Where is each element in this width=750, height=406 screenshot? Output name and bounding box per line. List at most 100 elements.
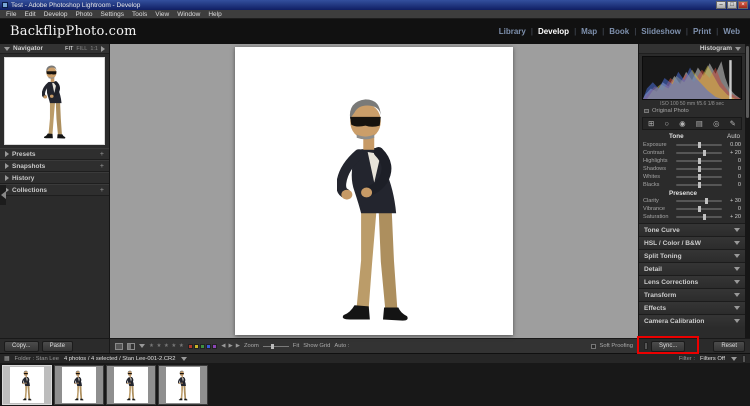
slider-thumb[interactable] <box>702 150 706 156</box>
menu-photo[interactable]: Photo <box>72 11 97 18</box>
autosync-toggle[interactable] <box>644 342 648 350</box>
red-eye-icon[interactable]: ◉ <box>679 119 686 128</box>
menu-file[interactable]: File <box>2 11 20 18</box>
module-library[interactable]: Library <box>499 27 526 36</box>
section-lens-corrections[interactable]: Lens Corrections <box>639 275 745 288</box>
slider-thumb[interactable] <box>698 174 701 180</box>
scrollbar-thumb[interactable] <box>746 46 749 118</box>
menu-tools[interactable]: Tools <box>128 11 151 18</box>
slider-thumb[interactable] <box>702 214 706 220</box>
add-preset-icon[interactable]: + <box>100 151 104 158</box>
slider-thumb[interactable] <box>698 158 701 164</box>
section-transform[interactable]: Transform <box>639 288 745 301</box>
color-label-purple[interactable] <box>212 343 218 349</box>
graduated-filter-icon[interactable]: ▤ <box>696 119 703 128</box>
module-map[interactable]: Map <box>581 27 597 36</box>
module-web[interactable]: Web <box>723 27 740 36</box>
zoom-slider-thumb[interactable] <box>270 343 274 349</box>
module-book[interactable]: Book <box>609 27 629 36</box>
slider-thumb[interactable] <box>698 182 701 188</box>
module-slideshow[interactable]: Slideshow <box>641 27 681 36</box>
section-split-toning[interactable]: Split Toning <box>639 249 745 262</box>
section-snapshots[interactable]: Snapshots + <box>0 160 109 172</box>
add-snapshot-icon[interactable]: + <box>100 163 104 170</box>
zoom-mode-fill[interactable]: FILL <box>76 46 87 52</box>
adjustment-brush-icon[interactable]: ✎ <box>730 119 736 128</box>
filmstrip-thumbnail-2[interactable] <box>54 364 104 405</box>
color-label-green[interactable] <box>200 343 206 349</box>
spot-removal-icon[interactable]: ○ <box>664 119 669 128</box>
module-print[interactable]: Print <box>693 27 711 36</box>
slider-track[interactable] <box>676 214 722 220</box>
close-button[interactable]: × <box>738 1 748 9</box>
star-rating[interactable]: ★ ★ ★ ★ ★ <box>149 343 184 349</box>
filter-chevron-icon[interactable] <box>731 356 737 361</box>
color-label-yellow[interactable] <box>194 343 200 349</box>
menu-settings[interactable]: Settings <box>97 11 129 18</box>
histogram-header[interactable]: Histogram <box>639 44 745 54</box>
filmstrip-thumbnail-4[interactable] <box>158 364 208 405</box>
previous-photo-icon[interactable]: ◀ <box>221 343 225 349</box>
filmstrip-thumbnail-3[interactable] <box>106 364 156 405</box>
menu-edit[interactable]: Edit <box>20 11 39 18</box>
sync-button[interactable]: Sync... <box>651 340 686 352</box>
selection-info[interactable]: 4 photos / 4 selected / Stan Lee-001-2.C… <box>64 356 176 362</box>
menu-view[interactable]: View <box>151 11 173 18</box>
slider-thumb[interactable] <box>698 142 701 148</box>
zoom-mode-more-icon[interactable] <box>101 45 105 52</box>
section-camera-calibration[interactable]: Camera Calibration <box>639 314 745 327</box>
menu-help[interactable]: Help <box>204 11 225 18</box>
radial-filter-icon[interactable]: ◎ <box>713 119 720 128</box>
fit-label[interactable]: Fit <box>293 343 299 349</box>
zoom-slider[interactable] <box>262 343 289 349</box>
next-photo-icon[interactable]: ▶ <box>229 343 233 349</box>
zoom-mode-1-1[interactable]: 1:1 <box>90 46 98 52</box>
filter-value[interactable]: Filters Off <box>700 356 725 362</box>
view-options-chevron-icon[interactable] <box>139 344 145 348</box>
histogram[interactable] <box>642 56 742 100</box>
section-effects[interactable]: Effects <box>639 301 745 314</box>
auto-label[interactable]: Auto : <box>334 343 349 349</box>
crop-overlay-icon[interactable]: ⊞ <box>648 119 654 128</box>
filmstrip-thumbnail-1[interactable] <box>2 364 52 405</box>
section-collections[interactable]: Collections + <box>0 184 109 196</box>
menu-window[interactable]: Window <box>173 11 204 18</box>
slider-track[interactable] <box>676 198 722 204</box>
zoom-mode-fit[interactable]: FIT <box>65 46 73 52</box>
module-develop[interactable]: Develop <box>538 27 569 36</box>
grid-view-icon[interactable]: ▦ <box>4 356 9 362</box>
slider-track[interactable] <box>676 150 722 156</box>
slider-track[interactable] <box>676 182 722 188</box>
right-panel-scrollbar[interactable] <box>745 44 750 338</box>
color-label-red[interactable] <box>188 343 194 349</box>
slider-track[interactable] <box>676 166 722 172</box>
filters-toggle-switch[interactable] <box>742 354 746 363</box>
paste-button[interactable]: Paste <box>41 340 73 352</box>
maximize-button[interactable]: □ <box>727 1 737 9</box>
photo-canvas[interactable] <box>235 47 513 335</box>
section-hsl-color-bw[interactable]: HSL / Color / B&W <box>639 236 745 249</box>
loupe-view-icon[interactable] <box>115 342 123 350</box>
slider-track[interactable] <box>676 142 722 148</box>
copy-button[interactable]: Copy... <box>4 340 39 352</box>
show-grid-label[interactable]: Show Grid <box>303 343 330 349</box>
before-after-view-icon[interactable] <box>127 342 135 350</box>
color-label-blue[interactable] <box>206 343 212 349</box>
section-tone-curve[interactable]: Tone Curve <box>639 223 745 236</box>
minimize-button[interactable]: – <box>716 1 726 9</box>
menu-develop[interactable]: Develop <box>40 11 72 18</box>
slider-track[interactable] <box>676 206 722 212</box>
soft-proofing-checkbox[interactable] <box>591 343 597 349</box>
add-collection-icon[interactable]: + <box>100 187 104 194</box>
section-detail[interactable]: Detail <box>639 262 745 275</box>
slider-thumb[interactable] <box>698 166 701 172</box>
slider-thumb[interactable] <box>698 206 701 212</box>
slider-track[interactable] <box>676 158 722 164</box>
slider-thumb[interactable] <box>704 198 708 204</box>
section-history[interactable]: History <box>0 172 109 184</box>
reset-button[interactable]: Reset <box>713 340 745 352</box>
slider-track[interactable] <box>676 174 722 180</box>
auto-tone-button[interactable]: Auto <box>727 133 740 140</box>
navigator-preview[interactable] <box>4 57 105 145</box>
play-slideshow-icon[interactable]: ▶ <box>236 343 240 349</box>
